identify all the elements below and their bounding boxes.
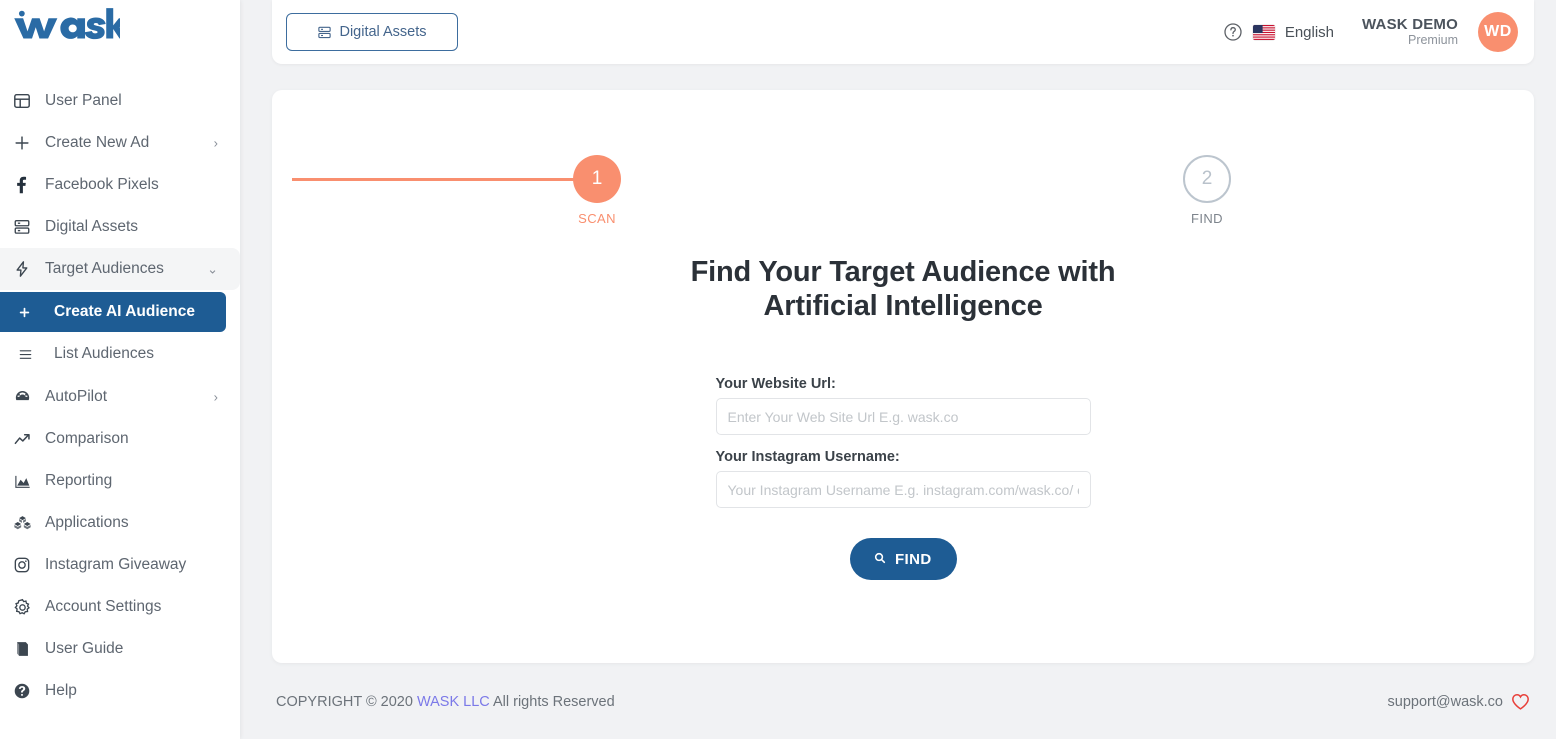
instagram-username-label: Your Instagram Username: — [715, 449, 900, 466]
lightning-bolt-icon — [13, 258, 37, 280]
sidebar-subitem-label: List Audiences — [54, 345, 154, 362]
sidebar-item-facebook-pixels[interactable]: Facebook Pixels — [0, 164, 240, 206]
sidebar-item-user-panel[interactable]: User Panel — [0, 80, 240, 122]
support-email-link[interactable]: support@wask.co — [1388, 694, 1503, 710]
sidebar-item-digital-assets[interactable]: Digital Assets — [0, 206, 240, 248]
sidebar-subitem-label: Create AI Audience — [54, 303, 195, 320]
copyright-text: COPYRIGHT © 2020 WASK LLC All rights Res… — [276, 694, 615, 710]
sidebar-item-label: Instagram Giveaway — [45, 556, 187, 573]
question-circle-icon[interactable] — [1223, 22, 1243, 42]
website-url-label: Your Website Url: — [715, 376, 836, 393]
stepper-step-scan[interactable]: 1 SCAN — [573, 155, 621, 226]
trend-up-icon — [13, 428, 37, 450]
digital-assets-button-label: Digital Assets — [339, 24, 427, 40]
chevron-down-icon: ⌄ — [207, 261, 218, 277]
sidebar-item-target-audiences[interactable]: Target Audiences ⌄ — [0, 248, 240, 290]
sidebar-subitem-list-audiences[interactable]: List Audiences — [0, 334, 226, 374]
header-right-cluster: English WASK DEMO Premium WD — [1223, 0, 1518, 64]
chevron-right-icon: › — [213, 389, 218, 405]
area-chart-icon — [13, 470, 37, 492]
book-icon — [13, 638, 37, 660]
sidebar-item-reporting[interactable]: Reporting — [0, 460, 240, 502]
digital-assets-button[interactable]: Digital Assets — [286, 13, 458, 51]
us-flag-icon — [1252, 24, 1275, 40]
find-button[interactable]: FIND — [849, 538, 957, 581]
server-stack-icon — [13, 216, 37, 238]
facebook-icon — [13, 174, 37, 196]
speedometer-icon — [13, 386, 37, 408]
sidebar-nav: User Panel Create New Ad › Facebook Pixe… — [0, 80, 240, 712]
sidebar-item-label: User Panel — [45, 92, 122, 109]
layout-panel-icon — [13, 90, 37, 112]
stepper-step-label: SCAN — [578, 211, 616, 226]
stepper-step-number: 2 — [1183, 155, 1231, 203]
sidebar: User Panel Create New Ad › Facebook Pixe… — [0, 0, 240, 739]
sidebar-subitem-create-ai-audience[interactable]: Create AI Audience — [0, 292, 226, 332]
sidebar-item-create-new-ad[interactable]: Create New Ad › — [0, 122, 240, 164]
stepper-step-label: FIND — [1191, 211, 1223, 226]
sidebar-item-comparison[interactable]: Comparison — [0, 418, 240, 460]
gear-icon — [13, 596, 37, 618]
wask-llc-link[interactable]: WASK LLC — [417, 694, 490, 710]
progress-stepper: 1 SCAN 2 FIND — [272, 90, 1534, 240]
server-stack-icon — [317, 25, 332, 40]
find-button-label: FIND — [894, 550, 932, 568]
sidebar-item-label: Account Settings — [45, 598, 162, 615]
sidebar-item-label: Applications — [45, 514, 129, 531]
avatar[interactable]: WD — [1478, 12, 1518, 52]
instagram-username-input[interactable] — [715, 471, 1091, 509]
support-cluster: support@wask.co — [1388, 693, 1530, 711]
main-content-card: 1 SCAN 2 FIND Find Your Target Audience … — [272, 90, 1534, 663]
question-circle-icon — [13, 680, 37, 702]
list-icon — [18, 347, 40, 362]
sidebar-item-label: Help — [45, 682, 77, 699]
sidebar-item-user-guide[interactable]: User Guide — [0, 628, 240, 670]
search-icon — [874, 551, 891, 568]
audience-form: Find Your Target Audience with Artificia… — [272, 255, 1534, 581]
stepper-step-number: 1 — [573, 155, 621, 203]
wask-logo[interactable] — [10, 6, 129, 44]
stepper-step-find[interactable]: 2 FIND — [1183, 155, 1231, 226]
language-label[interactable]: English — [1285, 24, 1334, 41]
chevron-right-icon: › — [213, 135, 218, 151]
page-title: Find Your Target Audience with Artificia… — [690, 256, 1116, 323]
copyright-suffix: All rights Reserved — [489, 694, 615, 710]
sidebar-item-account-settings[interactable]: Account Settings — [0, 586, 240, 628]
form-fields: Your Website Url: Your Instagram Usernam… — [715, 376, 1091, 581]
website-url-input[interactable] — [715, 398, 1091, 436]
heart-icon — [1511, 693, 1530, 711]
sidebar-item-label: AutoPilot — [45, 388, 108, 405]
sidebar-item-label: Facebook Pixels — [45, 176, 159, 193]
instagram-icon — [13, 554, 37, 576]
account-info[interactable]: WASK DEMO Premium — [1362, 16, 1458, 48]
sidebar-item-label: User Guide — [45, 640, 124, 657]
plus-icon — [18, 306, 40, 319]
copyright-prefix: COPYRIGHT © 2020 — [276, 694, 417, 710]
sidebar-item-label: Target Audiences — [45, 260, 164, 277]
sidebar-item-label: Comparison — [45, 430, 129, 447]
cubes-icon — [13, 512, 37, 534]
sidebar-item-applications[interactable]: Applications — [0, 502, 240, 544]
sidebar-item-label: Create New Ad — [45, 134, 150, 151]
sidebar-item-autopilot[interactable]: AutoPilot › — [0, 376, 240, 418]
account-plan: Premium — [1407, 33, 1458, 48]
footer: COPYRIGHT © 2020 WASK LLC All rights Res… — [272, 679, 1534, 739]
plus-icon — [13, 132, 37, 154]
stepper-progress-line — [292, 178, 597, 181]
top-header: Digital Assets English WASK DEMO Premium… — [272, 0, 1534, 64]
sidebar-item-instagram-giveaway[interactable]: Instagram Giveaway — [0, 544, 240, 586]
field-spacer — [716, 435, 1091, 449]
account-name: WASK DEMO — [1362, 16, 1458, 34]
sidebar-item-label: Digital Assets — [45, 218, 139, 235]
sidebar-item-label: Reporting — [45, 472, 113, 489]
sidebar-item-help[interactable]: Help — [0, 670, 240, 712]
